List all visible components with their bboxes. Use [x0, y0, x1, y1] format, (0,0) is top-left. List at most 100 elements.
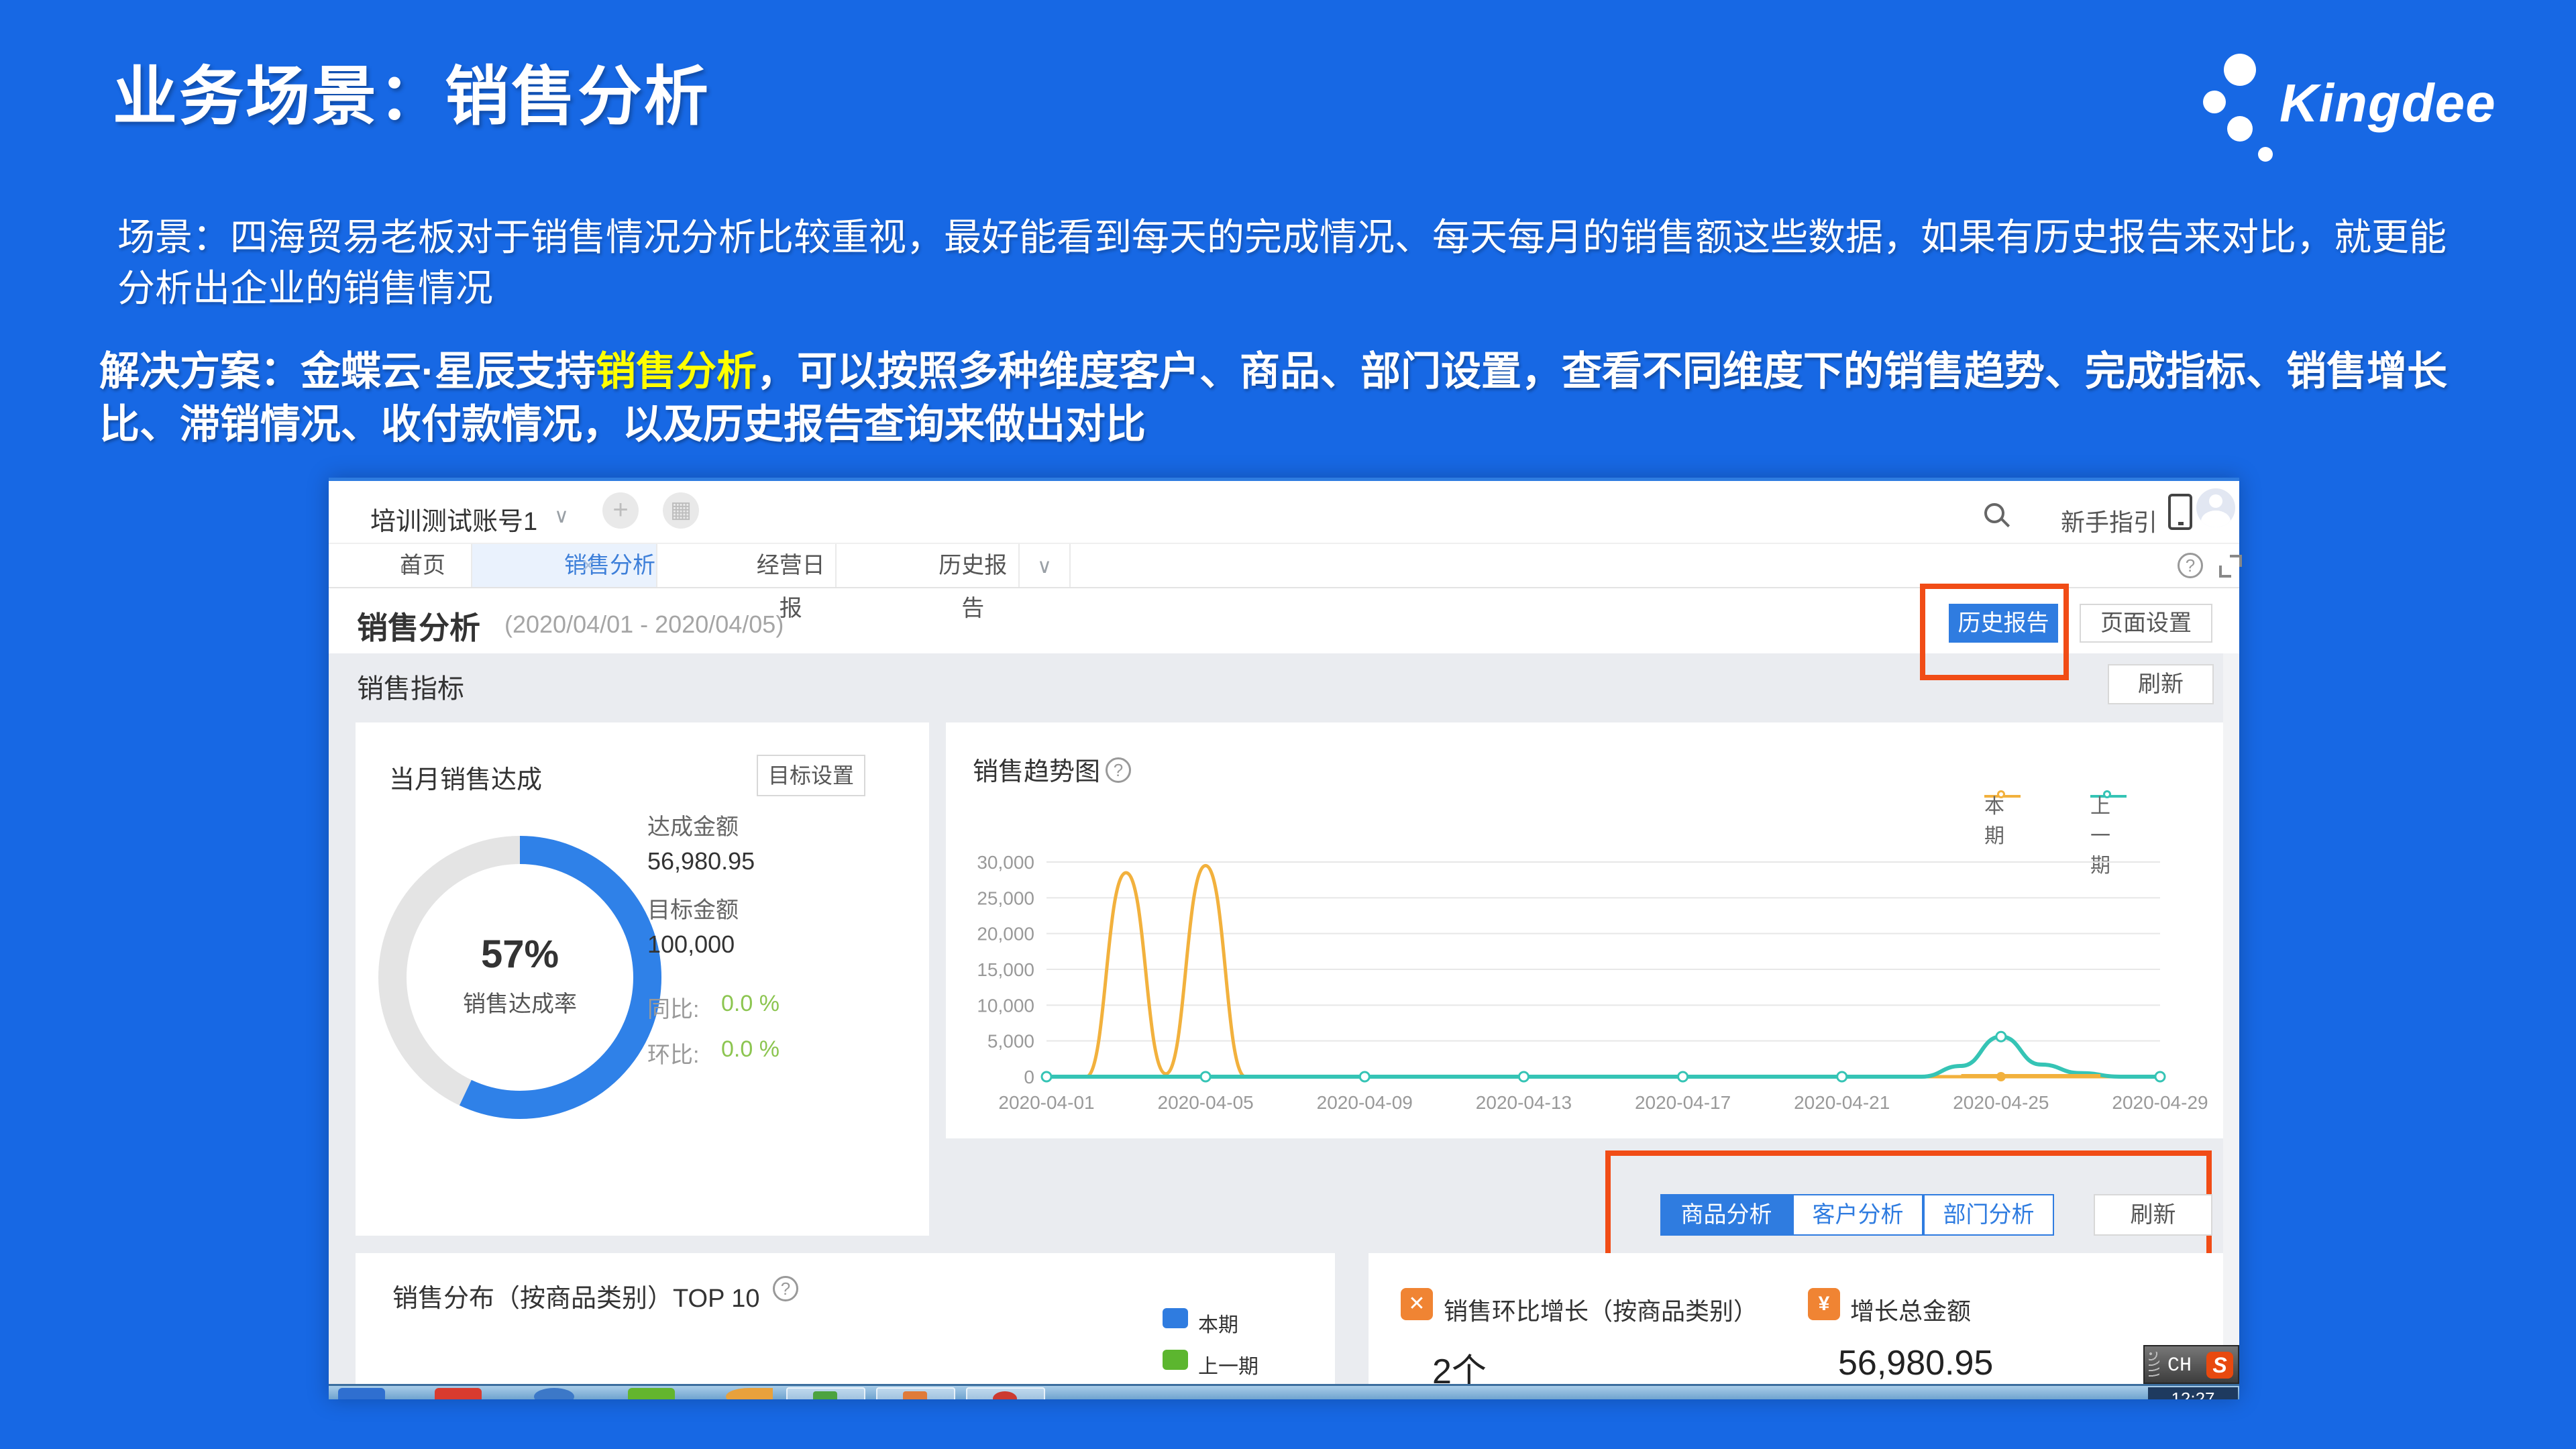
scrollbar[interactable] — [2223, 653, 2239, 1384]
taskbar-icon[interactable] — [338, 1388, 385, 1399]
sales-distribution-card: 销售分布（按商品类别）TOP 10 ? 本期 上一期 — [356, 1253, 1335, 1385]
growth-amount-label: 增长总金额 — [1850, 1292, 1971, 1327]
svg-text:2020-04-01: 2020-04-01 — [998, 1092, 1094, 1113]
kingdee-logo-text: Kingdee — [2279, 72, 2496, 134]
account-chevron-down-icon[interactable]: ∨ — [554, 504, 569, 528]
page-settings-button[interactable]: 页面设置 — [2080, 604, 2212, 643]
trend-line-chart: 30,000 25,000 20,000 15,000 10,000 5,000 0 2020… — [953, 835, 2214, 1124]
growth-amount-icon: ¥ — [1808, 1288, 1840, 1320]
tab-home-label: 首页 — [400, 544, 445, 587]
tab-sales-analysis-label: 销售分析 — [564, 544, 655, 587]
taskbar-icon[interactable] — [726, 1388, 773, 1399]
svg-text:25,000: 25,000 — [977, 888, 1034, 908]
svg-text:5,000: 5,000 — [987, 1031, 1034, 1052]
target-card-title: 当月销售达成 — [389, 759, 542, 796]
taskbar-icon[interactable] — [786, 1387, 865, 1399]
monthly-target-card: 当月销售达成 目标设置 57% 销售达成率 达成金额 56,980.95 目标金… — [356, 722, 929, 1236]
target-amount-value: 100,000 — [647, 930, 735, 959]
solution-prefix: 解决方案：金蝶云·星辰支持 — [99, 349, 596, 394]
taskbar-clock[interactable]: 12:27 — [2148, 1387, 2238, 1399]
sales-trend-card: 销售趋势图 ? 本期 上一期 30,00025,00020,00015,0001… — [946, 722, 2224, 1138]
donut-chart — [366, 823, 674, 1132]
svg-text:30,000: 30,000 — [977, 852, 1034, 873]
beginner-guide-link[interactable]: 新手指引 — [2061, 503, 2157, 538]
svg-text:20,000: 20,000 — [977, 924, 1034, 945]
distribution-legend-current: 本期 — [1198, 1308, 1238, 1338]
svg-text:10,000: 10,000 — [977, 995, 1034, 1016]
target-settings-button[interactable]: 目标设置 — [757, 755, 865, 796]
scenario-paragraph: 场景：四海贸易老板对于销售情况分析比较重视，最好能看到每天的完成情况、每天每月的… — [117, 212, 2465, 314]
section-title: 销售指标 — [357, 667, 464, 706]
trend-card-title: 销售趋势图 — [973, 751, 1100, 788]
add-icon[interactable]: + — [602, 492, 639, 529]
svg-text:2020-04-25: 2020-04-25 — [1953, 1092, 2049, 1113]
distribution-help-icon[interactable]: ? — [773, 1276, 798, 1301]
close-tab-icon[interactable]: × — [582, 544, 595, 587]
help-icon[interactable]: ? — [2178, 553, 2203, 578]
svg-text:2020-04-13: 2020-04-13 — [1476, 1092, 1572, 1113]
svg-text:2020-04-05: 2020-04-05 — [1158, 1092, 1254, 1113]
report-title: 销售分析 — [357, 604, 480, 648]
taskbar-icon[interactable] — [628, 1388, 675, 1399]
achievement-percent-label: 销售达成率 — [366, 985, 674, 1018]
svg-text:0: 0 — [1024, 1067, 1034, 1087]
achievement-percent: 57% — [366, 932, 674, 977]
svg-text:2020-04-09: 2020-04-09 — [1317, 1092, 1413, 1113]
tab-history-report-label: 历史报告 — [928, 544, 1019, 630]
kingdee-logo-dots-icon — [2202, 47, 2289, 168]
windows-taskbar[interactable]: 12:27 — [329, 1384, 2239, 1399]
yoy-value: 0.0 % — [721, 991, 780, 1017]
mom-value: 0.0 % — [721, 1036, 780, 1063]
tab-daily-report[interactable]: 经营日报 — [657, 544, 837, 587]
taskbar-icon[interactable] — [534, 1388, 574, 1399]
svg-text:2020-04-21: 2020-04-21 — [1794, 1092, 1890, 1113]
language-bar[interactable]: CH S — [2143, 1345, 2239, 1384]
yoy-label: 同比: — [647, 991, 699, 1024]
product-analysis-button[interactable]: 商品分析 — [1660, 1194, 1792, 1236]
taskbar-icon[interactable] — [435, 1388, 482, 1399]
department-analysis-button[interactable]: 部门分析 — [1923, 1194, 2054, 1236]
language-indicator[interactable]: CH — [2167, 1354, 2192, 1377]
distribution-legend-previous: 上一期 — [1198, 1350, 1258, 1379]
tab-bar: ⌂首页 销售分析× 经营日报 历史报告 ∨ ? — [329, 543, 2239, 588]
taskbar-icon[interactable] — [876, 1387, 955, 1399]
avatar[interactable] — [2196, 488, 2235, 527]
search-icon[interactable] — [1984, 503, 2004, 523]
fullscreen-icon[interactable] — [2219, 555, 2242, 578]
distribution-card-title: 销售分布（按商品类别）TOP 10 — [392, 1277, 760, 1314]
account-name[interactable]: 培训测试账号1 — [370, 500, 537, 537]
achieved-amount-value: 56,980.95 — [647, 847, 755, 875]
sogou-ime-icon[interactable]: S — [2206, 1352, 2233, 1379]
page-title: 业务场景：销售分析 — [113, 44, 710, 138]
refresh-button-bottom[interactable]: 刷新 — [2094, 1194, 2212, 1236]
refresh-button-top[interactable]: 刷新 — [2108, 664, 2214, 704]
target-amount-label: 目标金额 — [647, 892, 739, 924]
date-range: (2020/04/01 - 2020/04/05) — [504, 610, 784, 639]
app-screenshot: 培训测试账号1 ∨ + ▦ 新手指引 ⌂首页 销售分析× 经营日报 历史报告 ∨… — [329, 478, 2239, 1399]
app-top-accent-line — [329, 478, 2239, 481]
svg-text:2020-04-17: 2020-04-17 — [1635, 1092, 1731, 1113]
legend-current-swatch — [1163, 1308, 1188, 1328]
svg-text:15,000: 15,000 — [977, 959, 1034, 980]
growth-count-label: 销售环比增长（按商品类别） — [1444, 1292, 1758, 1327]
highlight-box-history-report — [1920, 584, 2069, 680]
tab-sales-analysis[interactable]: 销售分析× — [472, 544, 657, 587]
mom-label: 环比: — [647, 1036, 699, 1069]
tabs-dropdown-chevron-icon[interactable]: ∨ — [1020, 544, 1071, 587]
tab-history-report[interactable]: 历史报告 — [837, 544, 1020, 587]
slide: { "slide": { "title": "业务场景：销售分析", "logo… — [0, 0, 2576, 1449]
solution-highlight: 销售分析 — [596, 349, 757, 394]
apps-grid-icon[interactable]: ▦ — [663, 492, 699, 529]
trend-help-icon[interactable]: ? — [1106, 757, 1131, 783]
customer-analysis-button[interactable]: 客户分析 — [1792, 1194, 1923, 1236]
growth-count-icon: ✕ — [1401, 1288, 1433, 1320]
achieved-amount-label: 达成金额 — [647, 808, 739, 841]
tab-home[interactable]: ⌂首页 — [329, 544, 472, 587]
solution-paragraph: 解决方案：金蝶云·星辰支持销售分析，可以按照多种维度客户、商品、部门设置，查看不… — [99, 345, 2508, 451]
svg-text:2020-04-29: 2020-04-29 — [2112, 1092, 2208, 1113]
mobile-phone-icon[interactable] — [2168, 494, 2192, 530]
legend-previous-swatch — [1163, 1350, 1188, 1370]
taskbar-icon[interactable] — [966, 1387, 1045, 1399]
growth-card: ✕ 销售环比增长（按商品类别） 2个 ¥ 增长总金额 56,980.95 — [1368, 1253, 2224, 1385]
language-bar-grip-icon[interactable] — [2149, 1352, 2159, 1379]
